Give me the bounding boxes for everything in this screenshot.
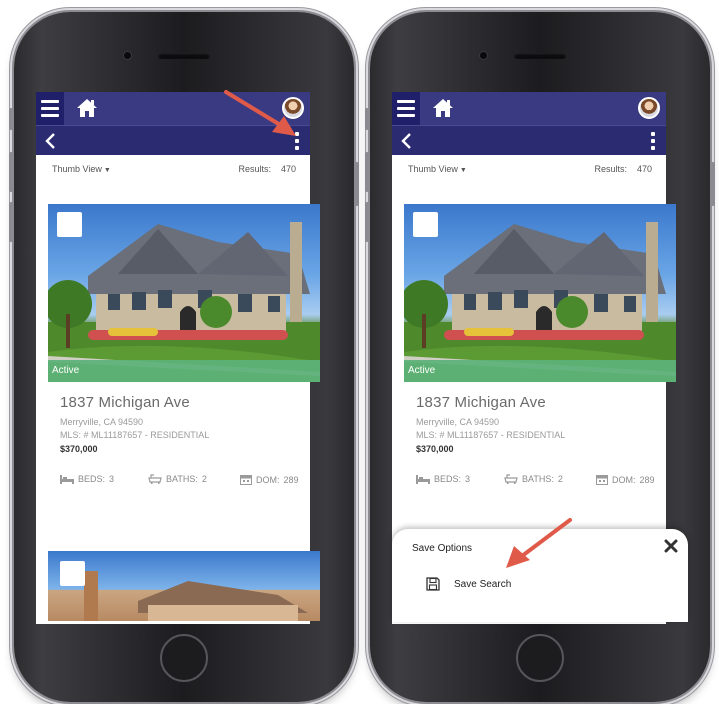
top-nav-bar: [36, 92, 310, 125]
beds-value: 3: [465, 474, 471, 484]
hamburger-icon[interactable]: [36, 92, 64, 125]
beds-label: BEDS:: [78, 474, 106, 484]
bathtub-icon: [148, 474, 162, 484]
earpiece-speaker: [158, 53, 210, 59]
listing-price: $370,000: [60, 444, 98, 454]
user-avatar[interactable]: [282, 97, 304, 119]
chevron-down-icon: ▼: [103, 167, 111, 174]
save-options-sheet: Save Options Save Search: [392, 529, 688, 622]
save-search-option[interactable]: Save Search: [426, 577, 511, 591]
listing-photo[interactable]: Active: [404, 204, 676, 382]
beds-stat: BEDS: 3: [60, 474, 114, 484]
top-nav-bar: [392, 92, 666, 125]
baths-stat: BATHS: 2: [148, 474, 207, 484]
listing-city: Merryville, CA 94590: [416, 417, 500, 427]
listing-mls: MLS: # ML11187657 - RESIDENTIAL: [416, 430, 566, 440]
results-label: Results:: [238, 164, 271, 174]
home-icon[interactable]: [432, 98, 454, 118]
listing-card-2[interactable]: [48, 551, 320, 621]
mute-switch: [365, 108, 369, 130]
home-button[interactable]: [516, 634, 564, 682]
status-banner: Active: [404, 360, 676, 382]
dom-value: 289: [283, 474, 299, 485]
listing-details: 1837 Michigan Ave Merryville, CA 94590 M…: [404, 382, 676, 496]
listing-mls: MLS: # ML11187657 - RESIDENTIAL: [60, 430, 210, 440]
bed-icon: [416, 475, 430, 484]
front-camera: [124, 52, 131, 59]
dom-stat: DOM: 289: [240, 474, 299, 485]
select-checkbox[interactable]: [60, 561, 85, 586]
chevron-left-icon[interactable]: [44, 133, 58, 149]
chevron-left-icon[interactable]: [400, 133, 414, 149]
dom-label: DOM:: [612, 474, 636, 485]
listing-stats: BEDS: 3 BATHS: 2 DOM: 289: [60, 466, 320, 496]
volume-up-button: [365, 152, 369, 192]
dom-stat: DOM: 289: [596, 474, 655, 485]
beds-label: BEDS:: [434, 474, 462, 484]
beds-value: 3: [109, 474, 115, 484]
kebab-menu-icon[interactable]: [646, 131, 660, 151]
results-count: 470: [636, 164, 652, 174]
earpiece-speaker: [514, 53, 566, 59]
hamburger-icon[interactable]: [392, 92, 420, 125]
thumb-view-label: Thumb View: [408, 164, 458, 174]
listing-address[interactable]: 1837 Michigan Ave: [416, 394, 676, 411]
chevron-down-icon: ▼: [459, 167, 467, 174]
calendar-icon: [596, 475, 608, 485]
results-count: 470: [280, 164, 296, 174]
baths-stat: BATHS: 2: [504, 474, 563, 484]
bed-icon: [60, 475, 74, 484]
power-button: [711, 162, 715, 206]
view-toolbar: Thumb View ▼ Results: 470: [392, 155, 666, 183]
sheet-title: Save Options: [412, 543, 473, 554]
save-search-label: Save Search: [454, 578, 512, 590]
bathtub-icon: [504, 474, 518, 484]
user-avatar[interactable]: [638, 97, 660, 119]
listing-price: $370,000: [416, 444, 454, 454]
thumb-view-dropdown[interactable]: Thumb View ▼: [408, 164, 467, 174]
house-illustration: [404, 222, 676, 382]
volume-down-button: [9, 202, 13, 242]
house-illustration: [48, 222, 320, 382]
sub-nav-bar: [36, 125, 310, 155]
kebab-menu-icon[interactable]: [290, 131, 304, 151]
thumb-view-dropdown[interactable]: Thumb View ▼: [52, 164, 111, 174]
listing-details: 1837 Michigan Ave Merryville, CA 94590 M…: [48, 382, 320, 496]
volume-up-button: [9, 152, 13, 192]
select-checkbox[interactable]: [57, 212, 82, 237]
calendar-icon: [240, 475, 252, 485]
listing-photo[interactable]: Active: [48, 204, 320, 382]
beds-stat: BEDS: 3: [416, 474, 470, 484]
front-camera: [480, 52, 487, 59]
listing-stats: BEDS: 3 BATHS: 2 DOM: 289: [416, 466, 676, 496]
mute-switch: [9, 108, 13, 130]
baths-value: 2: [201, 474, 207, 484]
volume-down-button: [365, 202, 369, 242]
results-summary: Results: 470: [238, 164, 296, 174]
select-checkbox[interactable]: [413, 212, 438, 237]
results-label: Results:: [594, 164, 627, 174]
baths-label: BATHS:: [166, 474, 198, 484]
dom-value: 289: [639, 474, 655, 485]
listing-card[interactable]: Active 1837 Michigan Ave Merryville, CA …: [404, 204, 676, 496]
dom-label: DOM:: [256, 474, 280, 485]
listing-address[interactable]: 1837 Michigan Ave: [60, 394, 320, 411]
house-illustration-2: [84, 571, 308, 621]
status-banner: Active: [48, 360, 320, 382]
close-icon[interactable]: [664, 539, 678, 553]
baths-label: BATHS:: [522, 474, 554, 484]
thumb-view-label: Thumb View: [52, 164, 102, 174]
baths-value: 2: [557, 474, 563, 484]
listing-city: Merryville, CA 94590: [60, 417, 144, 427]
home-icon[interactable]: [76, 98, 98, 118]
home-button[interactable]: [160, 634, 208, 682]
listing-card[interactable]: Active 1837 Michigan Ave Merryville, CA …: [48, 204, 320, 496]
results-summary: Results: 470: [594, 164, 652, 174]
power-button: [355, 162, 359, 206]
view-toolbar: Thumb View ▼ Results: 470: [36, 155, 310, 183]
tutorial-canvas: Thumb View ▼ Results: 470 Active 1837 Mi…: [0, 0, 719, 704]
sub-nav-bar: [392, 125, 666, 155]
floppy-disk-icon: [426, 577, 440, 591]
